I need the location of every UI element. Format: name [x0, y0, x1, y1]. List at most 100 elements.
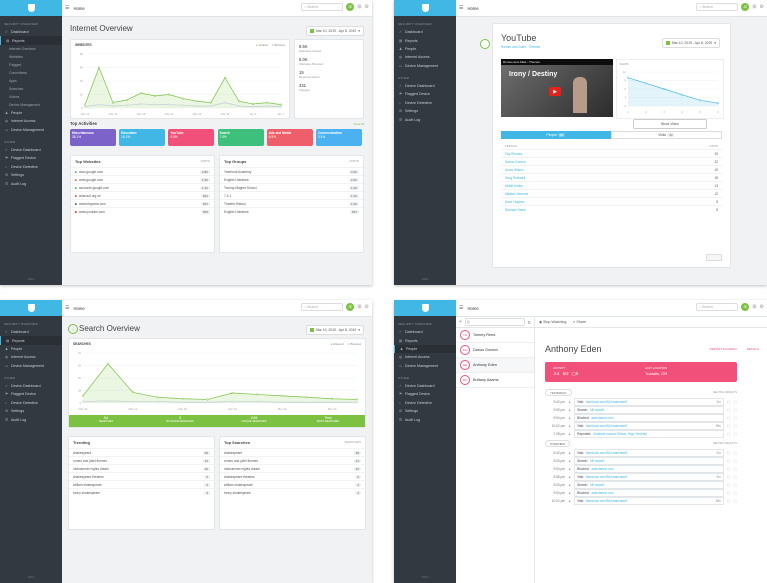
- gear-icon[interactable]: ⚙: [365, 4, 369, 10]
- thumbs-up-icon[interactable]: ◯: [727, 400, 731, 404]
- people-search-input[interactable]: Q: [464, 318, 525, 326]
- timeline-event[interactable]: 9:53 pm ▲ Search: kill myself ◯ ◯: [545, 457, 737, 465]
- data-point[interactable]: [223, 76, 227, 79]
- data-point[interactable]: [251, 102, 255, 106]
- event-link[interactable]: facebook.com/541maresstuff: [586, 424, 627, 428]
- sidebar-item-people[interactable]: ♟ People: [0, 109, 62, 117]
- timeline-event[interactable]: 9:54 pm ▲ Blocked: awlndance.com ◯ ◯: [545, 465, 737, 473]
- search-input[interactable]: ⌕ Search: [301, 303, 344, 311]
- event-link[interactable]: facebook.com/541maresstuff: [586, 499, 627, 503]
- report-incident-link[interactable]: REPORT INCIDENT: [710, 347, 737, 351]
- sidebar-item-dashboard[interactable]: ✓ Dashboard: [0, 328, 62, 336]
- list-item[interactable]: English Literature 2.6K: [220, 175, 363, 183]
- activity-tile[interactable]: Miscellaneous 38.1%: [70, 129, 117, 146]
- sidebar-subitem[interactable]: Videos: [0, 93, 62, 101]
- timeline-event[interactable]: 9:54 pm ▲ Blocked: awlndance.com ◯ ◯: [545, 414, 737, 422]
- sidebar-item-device-dashboard[interactable]: ✓ Device Dashboard: [394, 82, 456, 90]
- video-player[interactable]: Romeo and Juliet - Themes Irony / Destin…: [501, 59, 613, 117]
- person-link[interactable]: Mirabel Jimenez: [505, 192, 528, 196]
- legend-blocked[interactable]: ● Blocked: [272, 43, 285, 47]
- event-link[interactable]: awlndance.com: [591, 491, 613, 495]
- thumbs-up-icon[interactable]: ◯: [727, 491, 731, 495]
- search-input[interactable]: ⌕ Search: [696, 3, 739, 11]
- activity-tile[interactable]: Education 15.1%: [119, 129, 166, 146]
- back-icon[interactable]: ‹: [68, 324, 78, 334]
- table-row[interactable]: Mollie Kelley 13: [501, 181, 722, 189]
- data-point[interactable]: [256, 393, 259, 396]
- sidebar-subitem[interactable]: Websites: [0, 53, 62, 61]
- person-link[interactable]: Mollie Kelley: [505, 184, 523, 188]
- thumbs-up-icon[interactable]: ◯: [727, 424, 731, 428]
- data-point[interactable]: [111, 101, 115, 104]
- data-point[interactable]: [680, 93, 684, 96]
- activity-tile[interactable]: Ads and Media 6.9%: [266, 129, 313, 146]
- gear-icon[interactable]: ⚙: [760, 304, 764, 310]
- avatar[interactable]: JE: [741, 303, 750, 311]
- timeline-event[interactable]: 7:28 pm ▲ Reported: Violence toward Others,…: [545, 430, 737, 438]
- thumbs-down-icon[interactable]: ◯: [733, 416, 737, 420]
- list-item[interactable]: shakespeare 38: [220, 448, 365, 456]
- grid-icon[interactable]: ⊞: [357, 304, 361, 310]
- data-point[interactable]: [131, 400, 134, 403]
- sidebar-item-settings[interactable]: ⚙ Settings: [394, 407, 456, 415]
- thumbs-up-icon[interactable]: ◯: [727, 467, 731, 471]
- date-range-picker[interactable]: Mar 10, 2019 - Apr 8, 2019 ▾: [305, 26, 364, 36]
- sidebar-subitem[interactable]: Flagged: [0, 61, 62, 69]
- share-button[interactable]: ⇗ Share: [572, 320, 586, 324]
- data-point[interactable]: [167, 93, 171, 96]
- thumbs-down-icon[interactable]: ◯: [733, 432, 737, 436]
- person-list-item[interactable]: BA Brittany Adams: [456, 373, 534, 388]
- sidebar-item-flagged-device[interactable]: ⚑ Flagged Device: [394, 390, 456, 398]
- data-point[interactable]: [698, 99, 702, 102]
- data-point[interactable]: [716, 102, 720, 105]
- list-item[interactable]: midsummer nights dream 10: [69, 464, 214, 472]
- data-point[interactable]: [111, 104, 115, 108]
- sidebar-item-people[interactable]: ♟ People: [394, 344, 456, 354]
- data-point[interactable]: [223, 101, 227, 104]
- sidebar-item-device-management[interactable]: ▭ Device Management: [394, 362, 456, 370]
- data-point[interactable]: [644, 82, 648, 85]
- list-item[interactable]: shakespeare theaters 5: [220, 472, 365, 480]
- sidebar-item-audit-log[interactable]: ☰ Audit Log: [0, 415, 62, 423]
- person-link[interactable]: Darius Gordon: [505, 160, 526, 164]
- thumbs-down-icon[interactable]: ◯: [733, 491, 737, 495]
- data-point[interactable]: [206, 398, 209, 401]
- data-point[interactable]: [81, 400, 85, 403]
- back-icon[interactable]: ‹: [480, 39, 490, 49]
- menu-icon[interactable]: ☰: [65, 5, 69, 11]
- sidebar-item-audit-log[interactable]: ☰ Audit Log: [394, 415, 456, 423]
- sidebar-subitem[interactable]: Internet Overview: [0, 45, 62, 53]
- data-point[interactable]: [279, 103, 283, 106]
- data-point[interactable]: [153, 94, 157, 97]
- thumbs-up-icon[interactable]: ◯: [727, 475, 731, 479]
- sidebar-item-reports[interactable]: ▤ Reports: [394, 36, 456, 44]
- thumbs-up-icon[interactable]: ◯: [727, 408, 731, 412]
- app-logo[interactable]: [394, 300, 456, 316]
- timeline-event[interactable]: 9:54 pm ▲ Blocked: awlndance.com ◯ ◯: [545, 489, 737, 497]
- table-row[interactable]: Amos Wilson 19: [501, 165, 722, 173]
- page-subtitle[interactable]: Romeo and Juliet · Themes: [501, 45, 540, 49]
- avatar[interactable]: JE: [346, 303, 355, 311]
- grid-icon[interactable]: ⊞: [752, 304, 756, 310]
- play-icon[interactable]: ▶: [549, 87, 561, 96]
- table-row[interactable]: Fay Rhodes 29: [501, 149, 722, 157]
- menu-icon[interactable]: ☰: [459, 5, 463, 11]
- timeline-event[interactable]: 10:02 pm ▲ Visit: facebook.com/541maresstuf…: [545, 497, 737, 505]
- list-item[interactable]: Touring Magnet School 1.2K: [220, 183, 363, 191]
- timeline-event[interactable]: 9:58 pm ▲ Visit: facebook.com/541maresstuff…: [545, 473, 737, 481]
- list-item[interactable]: shakespeare theaters 5: [69, 472, 214, 480]
- sidebar-item-flagged-device[interactable]: ⚑ Flagged Device: [0, 154, 62, 162]
- thumbs-up-icon[interactable]: ◯: [727, 483, 731, 487]
- tab-people[interactable]: People 30: [501, 131, 611, 139]
- thumbs-up-icon[interactable]: ◯: [727, 499, 731, 503]
- data-point[interactable]: [251, 105, 255, 108]
- event-link[interactable]: facebook.com/541maresstuff: [586, 475, 627, 479]
- sidebar-item-people[interactable]: ♟ People: [394, 45, 456, 53]
- timeline-event[interactable]: 9:42 pm ▲ Visit: facebook.com/541maresstuff…: [545, 449, 737, 457]
- data-point[interactable]: [306, 396, 309, 399]
- list-item[interactable]: romeo and juliet themes 14: [69, 456, 214, 464]
- list-item[interactable]: william shakespeare 4: [69, 480, 214, 488]
- sidebar-item-audit-log[interactable]: ☰ Audit Log: [394, 115, 456, 123]
- data-point[interactable]: [209, 104, 213, 108]
- person-list-item[interactable]: DG Darius Gordon: [456, 343, 534, 358]
